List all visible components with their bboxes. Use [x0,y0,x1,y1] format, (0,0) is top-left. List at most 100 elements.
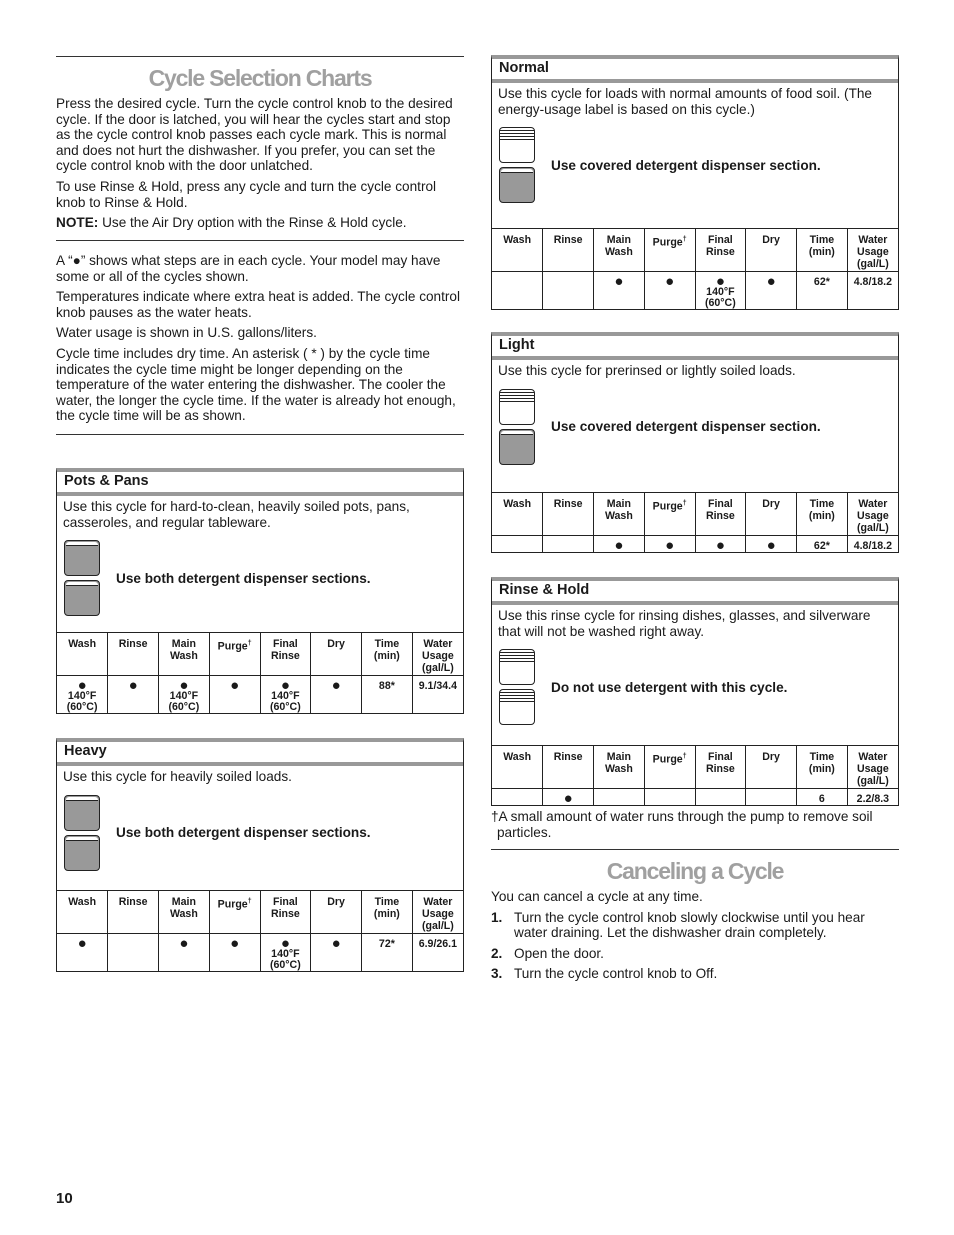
cycle-title: Heavy [57,742,463,766]
temperature-label: 140°F (60°C) [168,690,200,713]
cancel-intro: You can cancel a cycle at any time. [491,889,703,904]
table-header-row: Wash Rinse Main Wash Purge† Final Rinse Dry Ti… [492,745,898,789]
step-number: 1. [491,909,503,925]
column-header: Wash [492,228,543,272]
step-cell-purge: ● [643,535,695,554]
step-cell-time: 72* [361,933,413,971]
step-included-dot: ● [563,790,573,807]
column-header: Time (min) [796,228,848,272]
step-included-dot: ● [665,273,675,290]
column-header: Rinse [107,632,159,676]
dispenser-filled-icon [499,167,535,204]
column-header: Final Rinse [259,890,311,934]
cancel-step: 3. Turn the cycle control knob to Off. [491,966,899,982]
step-cell-main-wash: ● [593,535,645,553]
cancel-steps: 1. Turn the cycle control knob slowly clo… [491,910,899,982]
column-header: Main Wash [593,228,645,272]
column-header: Time (min) [361,632,413,676]
step-cell-dry: ● [310,933,362,971]
step-cell-rinse: ● [107,675,159,713]
temperature-label: 140°F (60°C) [270,948,301,971]
cycle-title: Pots & Pans [57,472,463,496]
dispenser-empty-icon [499,388,535,425]
table-row: ● ● ● 140°F (60°C) ● 62* 4.8/18.2 [492,271,898,309]
step-cell-time: 62* [796,535,848,552]
step-cell-time: 88* [361,675,413,713]
step-cell-rinse: ● [542,788,594,807]
table-header-row: Wash Rinse Main Wash Purge† Final Rinse Dry Ti… [492,228,898,272]
column-header: Final Rinse [694,745,746,789]
legend-paragraph: Water usage is shown in U.S. gallons/lit… [56,325,317,341]
cycle-steps-table: Wash Rinse Main Wash Purge† Final Rinse Dry Ti… [492,228,898,309]
table-header-row: Wash Rinse Main Wash Purge† Final Rinse Dry Ti… [492,492,898,536]
column-header: Purge† [643,228,695,272]
step-cell-final-rinse [694,788,746,805]
dispenser-filled-icon [64,834,100,871]
step-cell-water: 6.9/26.1 [411,933,463,971]
table-row: ● 140°F (60°C) ● ● 140°F (60°C) ● ● 140°F (60°C… [57,675,463,713]
cancel-step: 1. Turn the cycle control knob slowly clo… [491,910,899,941]
step-number: 3. [491,966,503,982]
step-cell-water: 4.8/18.2 [846,271,898,309]
legend-paragraph: Temperatures indicate where extra heat i… [56,289,461,320]
step-cell-water: 9.1/34.4 [411,675,463,713]
column-header: Water Usage (gal/L) [846,492,898,536]
step-cell-dry: ● [310,675,362,713]
column-header: Water Usage (gal/L) [846,228,898,272]
step-cell-wash [492,536,543,553]
legend-paragraph: A “●” shows what steps are in each cycle… [56,253,441,284]
intro-section: Cycle Selection Charts Press the desired… [56,56,464,236]
detergent-instruction: Use both detergent dispenser sections. [57,785,463,881]
column-header: Rinse [107,890,159,934]
step-included-dot: ● [766,273,776,290]
column-header: Rinse [542,492,594,536]
step-cell-main-wash: ● 140°F (60°C) [158,675,210,713]
step-included-dot: ● [128,677,138,694]
intro-paragraph: To use Rinse & Hold, press any cycle and… [56,178,437,210]
step-cell-rinse [542,535,594,552]
cycle-title: Normal [492,59,898,83]
column-header: Dry [310,890,362,934]
step-included-dot: ● [766,537,776,554]
cancel-step: 2. Open the door. [491,946,899,962]
step-cell-wash [492,789,543,806]
step-cell-purge: ● [643,271,695,309]
detergent-instruction: Do not use detergent with this cycle. [492,639,898,735]
step-cell-dry [745,788,797,805]
step-cell-rinse [107,933,159,971]
step-included-dot: ● [230,677,240,694]
step-cell-purge: ● [208,933,260,971]
step-included-dot: ● [331,677,341,694]
divider [56,434,464,435]
cycle-steps-table: Wash Rinse Main Wash Purge† Final Rinse Dry Ti… [492,492,898,554]
column-header: Main Wash [158,890,210,934]
step-included-dot: ● [77,935,87,952]
step-text: Turn the cycle control knob to Off. [514,966,718,982]
detergent-instruction: Use both detergent dispenser sections. [57,530,463,626]
column-header: Dry [745,492,797,536]
step-cell-rinse [542,271,594,309]
dispenser-filled-icon [499,428,535,465]
step-text: Open the door. [514,945,604,961]
step-cell-final-rinse: ● 140°F (60°C) [259,675,311,713]
table-header-row: Wash Rinse Main Wash Purge† Final Rinse Dry Ti… [57,890,463,934]
cycle-description: Use this cycle for heavily soiled loads. [63,769,292,784]
column-header: Water Usage (gal/L) [411,890,463,934]
step-cell-wash: ● [57,934,108,972]
cycle-panel-rinse-hold: Rinse & Hold Use this rinse cycle for ri… [491,577,899,806]
page-number: 10 [56,1190,73,1207]
note-text: Use the Air Dry option with the Rinse & … [98,215,407,231]
cycle-panel-normal: Normal Use this cycle for loads with nor… [491,55,899,310]
cycle-steps-table: Wash Rinse Main Wash Purge† Final Rinse Dry Ti… [57,632,463,713]
cycle-description: Use this cycle for prerinsed or lightly … [498,363,796,378]
column-header: Wash [492,745,543,789]
cycle-description: Use this rinse cycle for rinsing dishes,… [498,608,871,639]
cycle-description: Use this cycle for hard-to-clean, heavil… [63,499,410,530]
note-paragraph: NOTE: Use the Air Dry option with the Ri… [56,215,464,231]
column-header: Purge† [643,492,695,536]
step-included-dot: ● [665,537,675,554]
detergent-instruction: Use covered detergent dispenser section. [492,117,898,213]
step-text: Turn the cycle control knob slowly clock… [514,909,865,941]
table-row: ● ● ● ● 140°F (60°C) ● 72* 6.9/26.1 [57,933,463,972]
detergent-label: Use covered detergent dispenser section. [551,157,821,173]
